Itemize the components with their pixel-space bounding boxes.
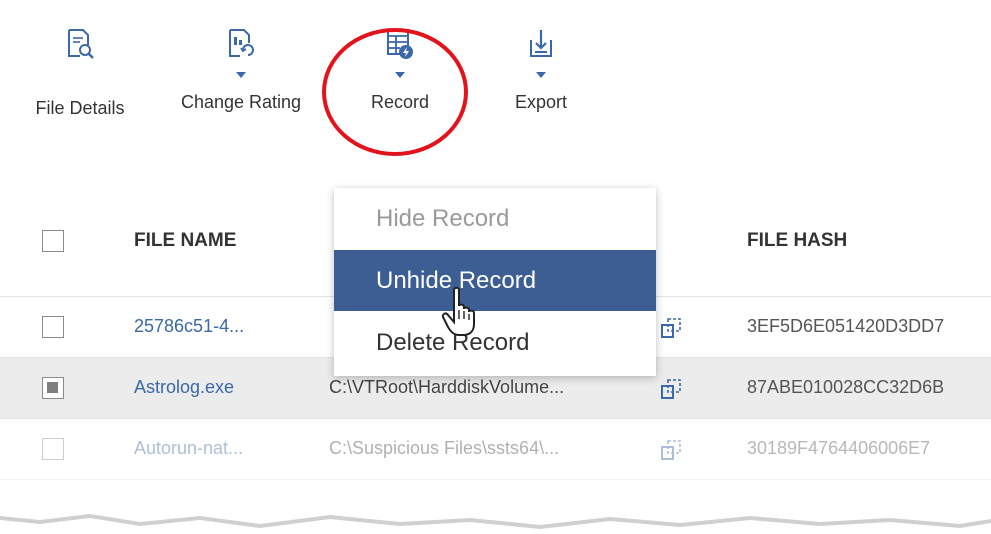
column-header-file-hash[interactable]: FILE HASH [747,230,847,252]
export-button[interactable]: Export [502,28,580,113]
file-name-link[interactable]: 25786c51-4... [134,316,244,337]
change-rating-label: Change Rating [180,92,302,112]
file-details-label: File Details [35,98,125,118]
file-search-icon [68,29,94,59]
file-details-button[interactable]: File Details [24,28,136,119]
file-name-link[interactable]: Astrolog.exe [134,377,234,398]
file-path: C:\Suspicious Files\ssts64\... [329,438,560,458]
copy-icon[interactable] [660,439,682,461]
menu-item-hide-record: Hide Record [376,205,510,232]
change-rating-button[interactable]: Change Rating [167,28,315,113]
file-hash: 87ABE010028CC32D6B [747,377,945,397]
menu-item-unhide-record[interactable]: Unhide Record [334,250,656,311]
chevron-down-icon [236,72,246,78]
export-icon [530,30,552,57]
file-path: C:\VTRoot\HarddiskVolume... [329,377,565,397]
row-checkbox[interactable] [42,316,64,338]
row-checkbox[interactable] [42,438,64,460]
torn-edge [0,514,991,534]
chevron-down-icon [536,72,546,78]
chevron-down-icon [395,72,405,78]
file-hash: 3EF5D6E051420D3DD7 [747,316,945,336]
file-name-link[interactable]: Autorun-nat... [134,438,243,459]
column-header-file-name[interactable]: FILE NAME [134,230,236,252]
record-label: Record [370,92,430,112]
file-hash: 30189F4764406006E7 [747,438,931,458]
file-refresh-icon [229,29,254,57]
record-button[interactable]: Record [358,28,442,113]
toolbar: File Details Change Rating Record Export [0,0,991,170]
menu-item-delete-record[interactable]: Delete Record [334,312,656,373]
export-label: Export [514,92,568,112]
row-checkbox[interactable] [42,377,64,399]
record-dropdown-menu: Hide Record Unhide Record Delete Record [334,188,656,376]
record-lightning-icon [387,29,413,59]
select-all-checkbox[interactable] [42,230,64,252]
copy-icon[interactable] [660,378,682,400]
copy-icon[interactable] [660,317,682,339]
table-row[interactable]: Autorun-nat... C:\Suspicious Files\ssts6… [0,419,991,480]
